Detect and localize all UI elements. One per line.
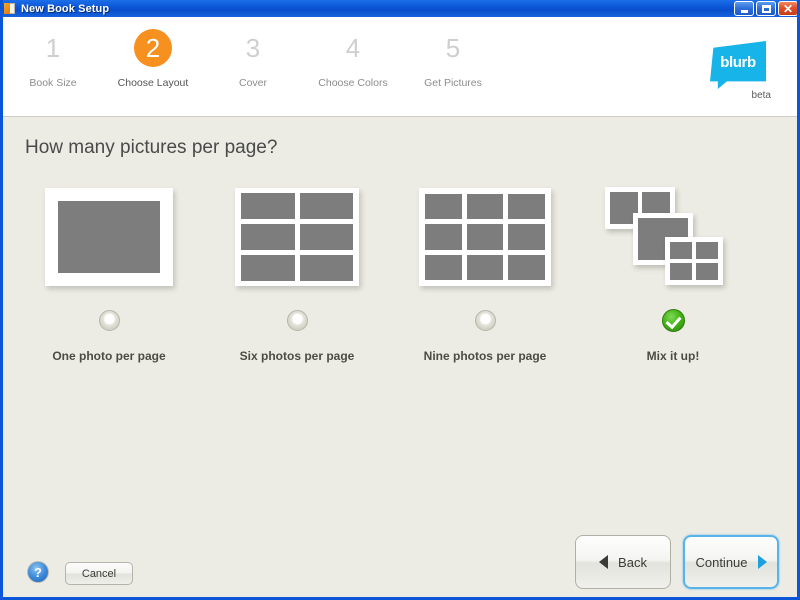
photo-placeholder [58, 201, 160, 273]
mix-card-bottom [665, 236, 723, 285]
photo-placeholder [299, 224, 353, 250]
radio-one-photo[interactable] [98, 309, 120, 331]
step-label: Cover [238, 77, 267, 89]
footer-bar: ? Cancel Back Continue [3, 517, 797, 597]
radio-nine-photos-wrap[interactable] [391, 301, 579, 339]
layout-preview-card [235, 188, 359, 286]
option-label: Mix it up! [646, 349, 700, 363]
main-content: How many pictures per page? One photo pe… [3, 117, 797, 597]
continue-button-label: Continue [695, 554, 748, 570]
wizard-header: 1 Book Size 2 Choose Layout 3 Cover 4 Ch… [3, 17, 797, 117]
option-label: One photo per page [52, 349, 166, 363]
blurb-logo-text: blurb [720, 53, 756, 71]
new-book-setup-window: New Book Setup ✕ 1 Book Size 2 Choose La… [0, 0, 800, 600]
photo-placeholder [508, 224, 545, 250]
back-button[interactable]: Back [575, 535, 671, 589]
photo-placeholder [466, 194, 504, 220]
title-bar: New Book Setup ✕ [3, 0, 797, 17]
window-controls: ✕ [734, 1, 797, 16]
navigation-buttons: Back Continue [575, 535, 779, 589]
layout-preview-card [419, 188, 551, 286]
thumbnail-one-photo[interactable] [15, 181, 203, 293]
step-number: 1 [45, 33, 61, 63]
step-number: 3 [245, 33, 261, 63]
step-choose-layout[interactable]: 2 Choose Layout [103, 29, 203, 89]
photo-placeholder [241, 255, 295, 281]
step-book-size[interactable]: 1 Book Size [3, 29, 103, 89]
step-label: Book Size [29, 77, 77, 89]
step-label: Choose Colors [318, 77, 388, 89]
step-label: Get Pictures [424, 77, 482, 89]
help-icon[interactable]: ? [27, 561, 49, 583]
window-title: New Book Setup [21, 2, 110, 15]
radio-six-photos-wrap[interactable] [203, 301, 391, 339]
minimize-icon[interactable] [734, 1, 754, 16]
selected-check-icon[interactable] [661, 308, 685, 332]
option-mix-it-up[interactable]: Mix it up! [579, 181, 767, 363]
photo-placeholder [466, 254, 504, 280]
photo-placeholder [299, 193, 353, 219]
option-nine-photos[interactable]: Nine photos per page [391, 181, 579, 363]
photo-placeholder [508, 254, 545, 280]
photo-placeholder [241, 224, 295, 250]
layout-preview-card [45, 188, 173, 286]
step-indicator: 1 Book Size 2 Choose Layout 3 Cover 4 Ch… [3, 17, 533, 89]
cancel-button[interactable]: Cancel [65, 562, 133, 585]
radio-six-photos[interactable] [286, 309, 308, 331]
layout-options: One photo per page Six photos per page N… [3, 181, 797, 363]
option-label: Six photos per page [239, 349, 355, 363]
photo-placeholder [670, 262, 692, 280]
thumbnail-six-photos[interactable] [203, 181, 391, 293]
step-number: 4 [345, 33, 361, 63]
radio-mix-it-up-wrap[interactable] [579, 301, 767, 339]
step-label: Choose Layout [117, 77, 189, 89]
chevron-left-icon [599, 555, 609, 569]
radio-nine-photos[interactable] [474, 309, 496, 331]
step-number: 2 [134, 29, 172, 67]
photo-placeholder [508, 194, 545, 220]
blurb-logo: blurb beta [701, 41, 775, 101]
step-number: 5 [445, 33, 461, 63]
thumbnail-nine-photos[interactable] [391, 181, 579, 293]
back-button-label: Back [618, 554, 647, 570]
thumbnail-mix-it-up[interactable] [579, 181, 767, 293]
continue-button[interactable]: Continue [683, 535, 779, 589]
photo-placeholder [425, 194, 462, 220]
photo-placeholder [696, 241, 718, 259]
step-choose-colors[interactable]: 4 Choose Colors [303, 29, 403, 89]
page-title: How many pictures per page? [25, 137, 278, 158]
blurb-beta-label: beta [751, 90, 771, 101]
layout-preview-card [603, 185, 743, 290]
photo-placeholder [241, 193, 295, 219]
photo-placeholder [466, 224, 504, 250]
option-six-photos[interactable]: Six photos per page [203, 181, 391, 363]
book-icon [4, 2, 17, 15]
photo-placeholder [670, 241, 692, 259]
chevron-right-icon [757, 555, 767, 569]
photo-placeholder [696, 262, 718, 280]
option-one-photo[interactable]: One photo per page [15, 181, 203, 363]
blurb-logo-icon: blurb [710, 41, 766, 89]
radio-one-photo-wrap[interactable] [15, 301, 203, 339]
photo-placeholder [425, 254, 462, 280]
photo-placeholder [299, 255, 353, 281]
step-get-pictures[interactable]: 5 Get Pictures [403, 29, 503, 89]
step-cover[interactable]: 3 Cover [203, 29, 303, 89]
close-icon[interactable]: ✕ [778, 1, 797, 16]
maximize-icon[interactable] [756, 1, 776, 16]
option-label: Nine photos per page [423, 349, 547, 363]
photo-placeholder [425, 224, 462, 250]
